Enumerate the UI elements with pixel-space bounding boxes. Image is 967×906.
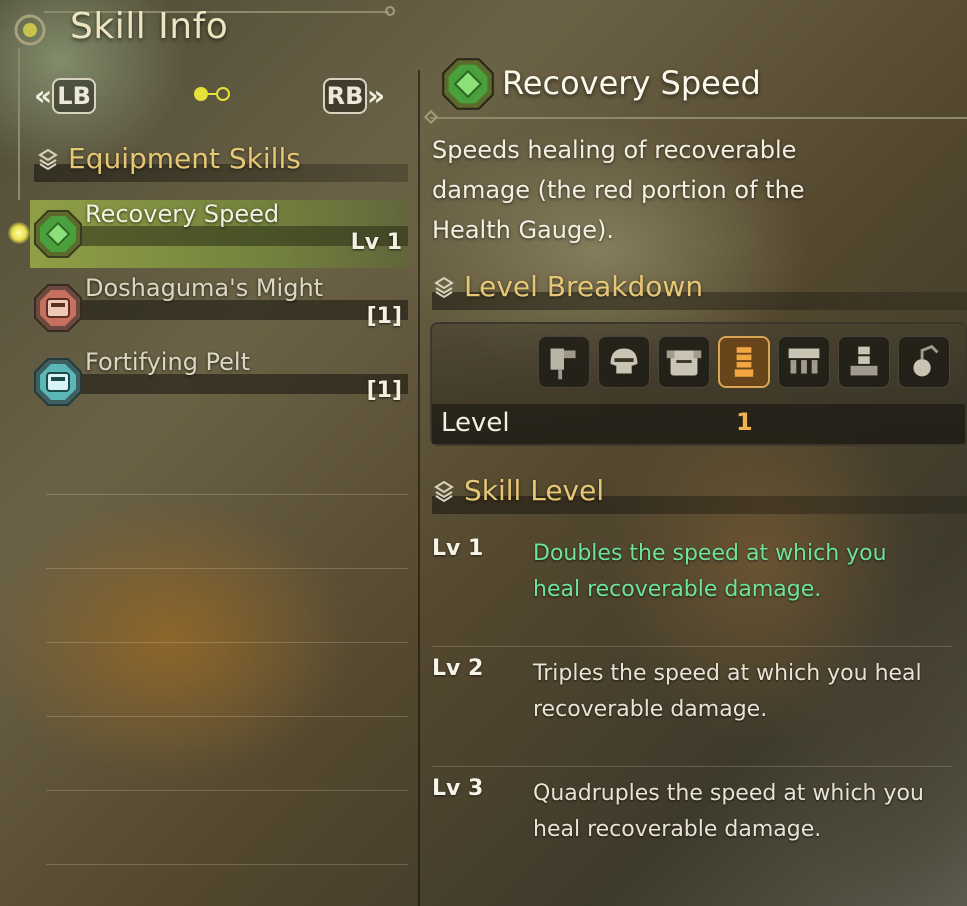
row-strip [80,374,408,394]
double-chevron-left-icon: « [34,79,53,112]
section-diamond-icon [434,276,454,298]
menu-emblem-icon [14,14,46,46]
panel-divider [418,70,420,906]
level-effect: Doubles the speed at which you heal reco… [533,541,887,602]
skill-level: [1] [366,378,402,403]
page-dot-connector [208,93,216,95]
waist-icon [778,336,830,388]
page-dot-active [194,87,208,101]
green-gem-icon [34,210,82,258]
detail-header-line [430,117,967,119]
talisman-icon [898,336,950,388]
left-frame-line [18,48,20,200]
section-heading-label: Skill Level [464,474,605,507]
chest-icon [658,336,710,388]
equipment-skills-heading: Equipment Skills [36,142,301,175]
arms-icon [718,336,770,388]
empty-list-divider [46,716,408,717]
title-ornament-knob [385,6,395,16]
level-tag: Lv 3 [432,776,484,801]
level-tag: Lv 2 [432,656,484,681]
double-chevron-right-icon: » [367,79,386,112]
section-heading-label: Equipment Skills [68,142,301,175]
level-row-label: Level [441,408,510,438]
skill-level: [1] [366,304,402,329]
prev-page-button[interactable]: « LB [34,76,97,116]
legs-icon [838,336,890,388]
skill-name: Doshaguma's Might [85,274,324,302]
section-diamond-icon [38,148,58,170]
empty-list-divider [46,568,408,569]
level-breakdown-heading: Level Breakdown [432,270,703,303]
level-divider [432,646,952,647]
row-strip [80,300,408,320]
green-gem-icon [442,58,494,110]
rb-label: RB [323,78,367,114]
selection-cursor-icon [8,222,30,244]
skill-name: Recovery Speed [85,200,280,228]
empty-list-divider [46,642,408,643]
helm-icon [598,336,650,388]
skill-list-item-recovery-speed[interactable]: Recovery Speed Lv 1 [30,200,408,268]
detail-skill-name: Recovery Speed [502,64,761,102]
section-diamond-icon [434,480,454,502]
doshaguma-crest-icon [34,284,82,332]
weapon-icon [538,336,590,388]
skill-name: Fortifying Pelt [85,348,251,376]
skill-list-item-doshagumas-might[interactable]: Doshaguma's Might [1] [30,274,408,342]
skill-level: Lv 1 [350,230,402,255]
next-page-button[interactable]: RB » [323,76,385,116]
pelt-crest-icon [34,358,82,406]
empty-list-divider [46,790,408,791]
level-row-value: 1 [736,408,753,436]
detail-header-ornament [423,109,439,125]
level-effect: Quadruples the speed at which you heal r… [533,781,924,842]
lb-label: LB [52,78,97,114]
skill-info-screen: Skill Info « LB RB » Equipment Skills Re… [0,0,967,906]
empty-list-divider [46,864,408,865]
skill-description: Speeds healing of recoverable damage (th… [432,136,805,244]
section-heading-label: Level Breakdown [464,270,704,303]
skill-list-item-fortifying-pelt[interactable]: Fortifying Pelt [1] [30,348,408,416]
empty-list-divider [46,494,408,495]
level-divider [432,766,952,767]
page-indicator [194,87,230,101]
page-title: Skill Info [70,6,229,47]
level-effect: Triples the speed at which you heal reco… [533,661,922,722]
level-tag: Lv 1 [432,536,484,561]
level-row [432,404,965,444]
page-dot-inactive [216,87,230,101]
skill-level-heading: Skill Level [432,474,604,507]
